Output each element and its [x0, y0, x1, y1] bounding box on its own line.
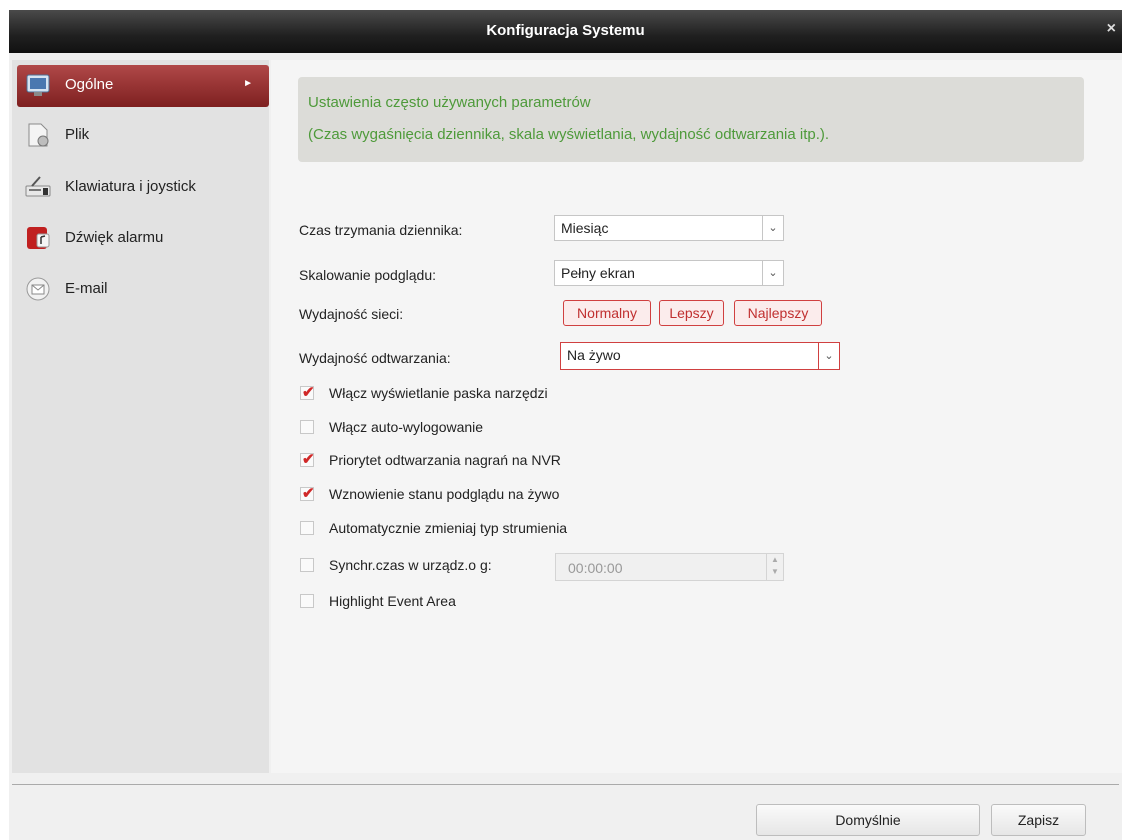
general-settings-icon [26, 74, 50, 96]
network-performance-label: Wydajność sieci: [299, 306, 404, 322]
preview-scaling-value: Pełny ekran [561, 265, 635, 281]
sidebar-item-label: E-mail [65, 280, 108, 297]
checkbox-label: Priorytet odtwarzania nagrań na NVR [329, 452, 561, 468]
check-icon: ✔ [302, 451, 315, 468]
window-title: Konfiguracja Systemu [486, 22, 645, 39]
auto-stream-checkbox[interactable] [300, 521, 314, 535]
preview-scaling-select[interactable]: Pełny ekran ⌄ [554, 260, 784, 286]
footer-divider [12, 784, 1119, 785]
default-button[interactable]: Domyślnie [756, 804, 980, 836]
chevron-down-icon[interactable]: ⌄ [762, 216, 783, 240]
checkbox-label: Wznowienie stanu podglądu na żywo [329, 486, 560, 502]
email-icon [26, 277, 50, 301]
network-best-button[interactable]: Najlepszy [734, 300, 822, 326]
sidebar-item-keyboard[interactable]: Klawiatura i joystick [17, 167, 269, 207]
info-title: Ustawienia często używanych parametrów [308, 94, 591, 111]
save-button[interactable]: Zapisz [991, 804, 1086, 836]
file-icon [28, 123, 49, 147]
sidebar-item-label: Klawiatura i joystick [65, 178, 196, 195]
playback-performance-label: Wydajność odtwarzania: [299, 350, 451, 366]
sync-time-checkbox[interactable] [300, 558, 314, 572]
preview-scaling-label: Skalowanie podglądu: [299, 267, 436, 283]
checkbox-label: Automatycznie zmieniaj typ strumienia [329, 520, 568, 536]
info-description: (Czas wygaśnięcia dziennika, skala wyświ… [308, 126, 830, 143]
toolbar-checkbox[interactable]: ✔ [300, 384, 315, 401]
log-retention-value: Miesiąc [561, 220, 609, 236]
playback-performance-select[interactable]: Na żywo ⌄ [560, 342, 840, 370]
check-icon: ✔ [302, 485, 315, 502]
playback-performance-value: Na żywo [567, 347, 621, 363]
checkbox-label: Włącz auto-wylogowanie [329, 419, 484, 435]
network-better-button[interactable]: Lepszy [659, 300, 724, 326]
highlight-event-checkbox[interactable] [300, 594, 314, 608]
alarm-sound-icon [27, 227, 50, 249]
sync-time-value: 00:00:00 [568, 560, 623, 576]
checkbox-label: Włącz wyświetlanie paska narzędzi [329, 385, 548, 401]
check-icon: ✔ [302, 384, 315, 401]
network-performance-options: Normalny Lepszy Najlepszy [563, 300, 833, 326]
auto-logout-checkbox[interactable] [300, 420, 314, 434]
sidebar-item-general[interactable]: Ogólne ► [17, 65, 269, 107]
main-panel: Ustawienia często używanych parametrów (… [271, 60, 1122, 773]
resume-preview-checkbox[interactable]: ✔ [300, 485, 315, 502]
time-spinner[interactable]: ▲ ▼ [766, 554, 783, 580]
chevron-down-icon[interactable]: ⌄ [818, 343, 839, 369]
keyboard-joystick-icon [25, 176, 51, 197]
title-bar: Konfiguracja Systemu × [9, 10, 1122, 53]
sidebar-item-label: Plik [65, 126, 90, 143]
sidebar-item-file[interactable]: Plik [17, 115, 269, 155]
nvr-priority-checkbox[interactable]: ✔ [300, 451, 315, 468]
sidebar: Ogólne ► Plik Klawiatura i joystick Dźwi… [12, 60, 269, 773]
chevron-down-icon[interactable]: ⌄ [762, 261, 783, 285]
network-normal-button[interactable]: Normalny [563, 300, 651, 326]
sidebar-item-email[interactable]: E-mail [17, 269, 269, 309]
system-config-window: Konfiguracja Systemu × Ogólne ► Plik Kla… [9, 10, 1122, 840]
sync-time-input[interactable]: 00:00:00 ▲ ▼ [555, 553, 784, 581]
log-retention-select[interactable]: Miesiąc ⌄ [554, 215, 784, 241]
sidebar-item-alarm-sound[interactable]: Dźwięk alarmu [17, 218, 269, 258]
arrow-right-icon: ► [243, 78, 253, 89]
log-retention-label: Czas trzymania dziennika: [299, 222, 463, 238]
checkbox-label: Highlight Event Area [329, 593, 456, 609]
info-box: Ustawienia często używanych parametrów (… [298, 77, 1084, 162]
sidebar-item-label: Ogólne [65, 76, 114, 93]
sidebar-item-label: Dźwięk alarmu [65, 229, 164, 246]
close-icon[interactable]: × [1107, 20, 1116, 38]
checkbox-label: Synchr.czas w urządz.o g: [329, 557, 492, 573]
